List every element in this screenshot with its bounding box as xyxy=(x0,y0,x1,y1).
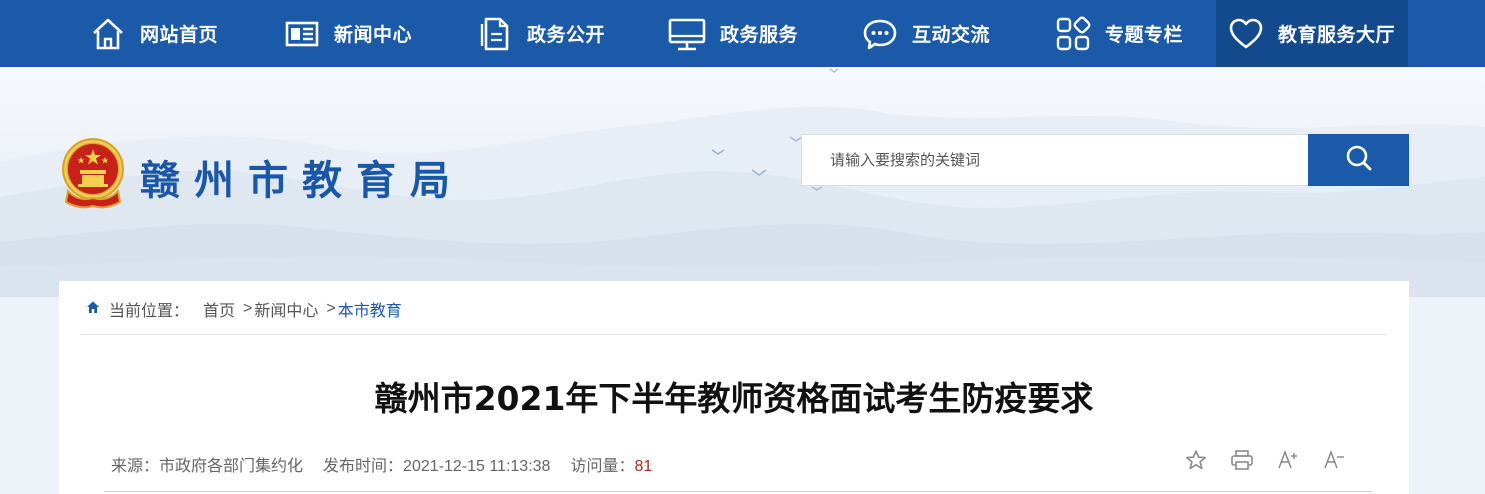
article-publish-time: 发布时间：2021-12-15 11:13:38 xyxy=(323,452,550,476)
nav-item-label: 网站首页 xyxy=(140,25,219,46)
breadcrumb-current-link[interactable]: 本市教育 xyxy=(338,297,402,321)
nav-item-label: 政务公开 xyxy=(527,25,606,46)
source-value: 市政府各部门集约化 xyxy=(159,458,304,475)
breadcrumb-home-link[interactable]: 首页 xyxy=(203,297,235,321)
nav-item-special-topics[interactable]: 专题专栏 xyxy=(1055,0,1183,67)
breadcrumb-prefix: 当前位置： xyxy=(109,303,190,320)
nav-item-gov-services[interactable]: 政务服务 xyxy=(668,0,798,67)
print-button[interactable] xyxy=(1229,449,1255,475)
nav-item-gov-affairs-disclosure[interactable]: 政务公开 xyxy=(477,0,605,67)
article-title: 赣州市2021年下半年教师资格面试考生防疫要求 xyxy=(374,379,1094,418)
font-decrease-button[interactable] xyxy=(1321,449,1347,475)
nav-item-label: 政务服务 xyxy=(720,25,799,46)
print-icon xyxy=(1230,449,1254,476)
font-increase-button[interactable] xyxy=(1275,449,1301,475)
nav-item-education-service-hall[interactable]: 教育服务大厅 xyxy=(1216,0,1408,67)
newspaper-icon xyxy=(284,16,320,52)
views-label: 访问量： xyxy=(570,458,635,475)
article-source: 来源：市政府各部门集约化 xyxy=(111,452,303,476)
published-label: 发布时间： xyxy=(323,458,404,475)
national-emblem-icon[interactable] xyxy=(58,136,128,210)
search-input[interactable] xyxy=(801,134,1308,186)
search-box xyxy=(801,134,1409,186)
chat-bubble-icon xyxy=(862,16,898,52)
font-decrease-icon xyxy=(1322,449,1346,476)
heart-icon xyxy=(1228,16,1264,52)
article-meta: 来源：市政府各部门集约化 发布时间：2021-12-15 11:13:38 访问… xyxy=(111,452,672,476)
nav-item-label: 教育服务大厅 xyxy=(1278,25,1396,46)
home-small-icon xyxy=(86,300,100,319)
nav-item-label: 新闻中心 xyxy=(334,25,413,46)
site-title[interactable]: 赣州市教育局 xyxy=(140,148,464,206)
search-button[interactable] xyxy=(1308,134,1409,186)
document-icon xyxy=(477,16,513,52)
top-navigation: 网站首页 新闻中心 政务公开 政务服务 互动交流 专题专栏 教育服务大厅 xyxy=(0,0,1485,67)
home-icon xyxy=(90,16,126,52)
meta-divider xyxy=(104,491,1372,492)
breadcrumb: 当前位置： 首页 > 新闻中心 > 本市教育 xyxy=(86,298,402,320)
monitor-icon xyxy=(668,16,706,52)
nav-item-label: 专题专栏 xyxy=(1105,25,1184,46)
breadcrumb-news-link[interactable]: 新闻中心 xyxy=(254,297,318,321)
nav-item-interaction[interactable]: 互动交流 xyxy=(862,0,990,67)
breadcrumb-separator: > xyxy=(243,300,253,317)
favorite-star-icon xyxy=(1185,449,1207,476)
nav-item-label: 互动交流 xyxy=(912,25,991,46)
article-views: 访问量：81 xyxy=(570,452,652,476)
favorite-button[interactable] xyxy=(1183,449,1209,475)
grid-icon xyxy=(1055,16,1091,52)
source-label: 来源： xyxy=(111,458,160,475)
font-increase-icon xyxy=(1276,449,1300,476)
nav-item-home[interactable]: 网站首页 xyxy=(90,0,218,67)
nav-item-news[interactable]: 新闻中心 xyxy=(284,0,412,67)
breadcrumb-separator: > xyxy=(326,300,336,317)
search-icon xyxy=(1344,143,1374,178)
views-count: 81 xyxy=(634,458,653,475)
breadcrumb-divider xyxy=(81,334,1387,335)
published-value: 2021-12-15 11:13:38 xyxy=(403,458,551,475)
